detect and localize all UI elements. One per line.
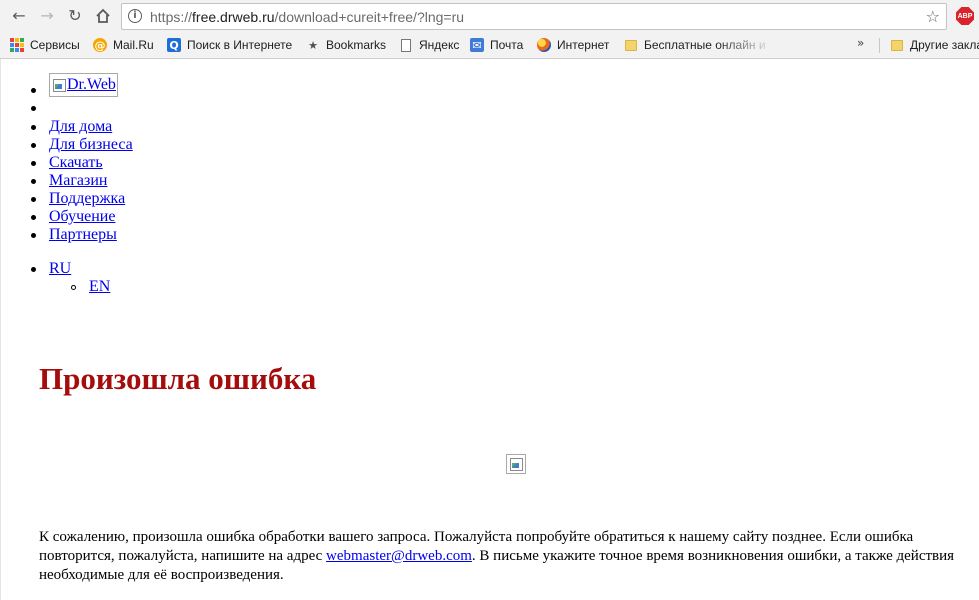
bookmark-label: Яндекс	[419, 38, 460, 52]
forward-arrow-icon[interactable]: →	[36, 5, 58, 27]
bookmark-label: Интернет	[557, 38, 610, 52]
bookmark-mailru[interactable]: @ Mail.Ru	[93, 36, 154, 54]
lang-link-ru[interactable]: RU	[49, 260, 71, 278]
error-message: К сожалению, произошла ошибка обработки …	[39, 528, 979, 585]
bookmark-star-icon[interactable]: ☆	[926, 7, 940, 26]
info-icon[interactable]: i	[128, 9, 142, 23]
list-bullet	[31, 197, 36, 202]
page-icon	[399, 38, 413, 52]
list-bullet	[31, 106, 36, 111]
bookmark-bookmarks[interactable]: ★ Bookmarks	[306, 36, 386, 54]
nav-link-support[interactable]: Поддержка	[49, 190, 125, 208]
star-icon: ★	[308, 38, 318, 52]
nav-link-partners[interactable]: Партнеры	[49, 226, 117, 244]
page-content: Dr.Web Для дома Для бизнеса Скачать Мага…	[0, 59, 979, 600]
lang-link-en[interactable]: EN	[89, 278, 110, 296]
broken-image-icon	[52, 78, 66, 92]
error-title: Произошла ошибка	[39, 361, 317, 396]
home-glyph	[96, 8, 110, 23]
browser-chrome: ← → ↻ i https://free.drweb.ru/download+c…	[0, 0, 979, 59]
nav-link-training[interactable]: Обучение	[49, 208, 115, 226]
list-bullet	[31, 88, 36, 93]
bookmark-services[interactable]: Сервисы	[10, 36, 80, 54]
bookmarks-bar: Сервисы @ Mail.Ru Q Поиск в Интернете ★ …	[0, 33, 979, 57]
bookmark-label: Mail.Ru	[113, 38, 154, 52]
list-bullet	[31, 179, 36, 184]
list-bullet	[31, 161, 36, 166]
bookmark-search[interactable]: Q Поиск в Интернете	[167, 36, 292, 54]
bookmark-other[interactable]: Другие закла	[890, 36, 979, 54]
adblock-icon[interactable]: ABP	[956, 7, 974, 25]
list-bullet	[31, 267, 36, 272]
bookmark-label: Сервисы	[30, 38, 80, 52]
bookmark-yandex[interactable]: Яндекс	[399, 36, 459, 54]
folder-icon	[890, 38, 904, 52]
bookmarks-divider	[879, 38, 880, 53]
logo-alt-text: Dr.Web	[67, 76, 116, 93]
list-bullet	[31, 143, 36, 148]
url-path: /download+cureit+free/?lng=ru	[274, 9, 465, 25]
list-bullet	[31, 125, 36, 130]
back-arrow-icon[interactable]: ←	[8, 5, 30, 27]
list-bullet	[31, 233, 36, 238]
list-bullet-hollow	[71, 285, 76, 290]
nav-link-home[interactable]: Для дома	[49, 118, 112, 136]
drweb-logo-link[interactable]: Dr.Web	[49, 73, 118, 97]
bookmark-mail[interactable]: ✉ Почта	[470, 36, 523, 54]
reload-icon[interactable]: ↻	[64, 5, 86, 27]
bookmark-label: Поиск в Интернете	[187, 38, 293, 52]
bookmarks-overflow-button[interactable]: »	[857, 36, 864, 50]
error-image	[506, 454, 526, 474]
bookmark-label: Bookmarks	[326, 38, 387, 52]
search-icon: Q	[167, 38, 181, 52]
address-url[interactable]: https://free.drweb.ru/download+cureit+fr…	[150, 9, 464, 25]
mail-icon: ✉	[470, 38, 484, 52]
nav-link-business[interactable]: Для бизнеса	[49, 136, 133, 154]
address-bar[interactable]: i https://free.drweb.ru/download+cureit+…	[121, 3, 947, 30]
broken-image-icon	[509, 457, 523, 471]
nav-link-download[interactable]: Скачать	[49, 154, 103, 172]
globe-icon	[537, 38, 551, 52]
bookmark-label: Бесплатные онлайн и	[644, 38, 766, 52]
apps-grid-icon	[10, 38, 24, 52]
folder-icon	[624, 38, 638, 52]
bookmark-label: Другие закла	[910, 38, 979, 52]
mailru-icon: @	[93, 38, 107, 52]
webmaster-email-link[interactable]: webmaster@drweb.com	[326, 548, 472, 564]
browser-toolbar: ← → ↻ i https://free.drweb.ru/download+c…	[0, 0, 979, 33]
nav-link-shop[interactable]: Магазин	[49, 172, 107, 190]
url-host: free.drweb.ru	[192, 9, 275, 25]
home-icon[interactable]	[92, 5, 114, 27]
bookmark-free-online[interactable]: Бесплатные онлайн и	[624, 36, 766, 54]
bookmark-label: Почта	[490, 38, 524, 52]
list-bullet	[31, 215, 36, 220]
url-scheme: https://	[150, 9, 193, 25]
bookmark-internet[interactable]: Интернет	[537, 36, 609, 54]
